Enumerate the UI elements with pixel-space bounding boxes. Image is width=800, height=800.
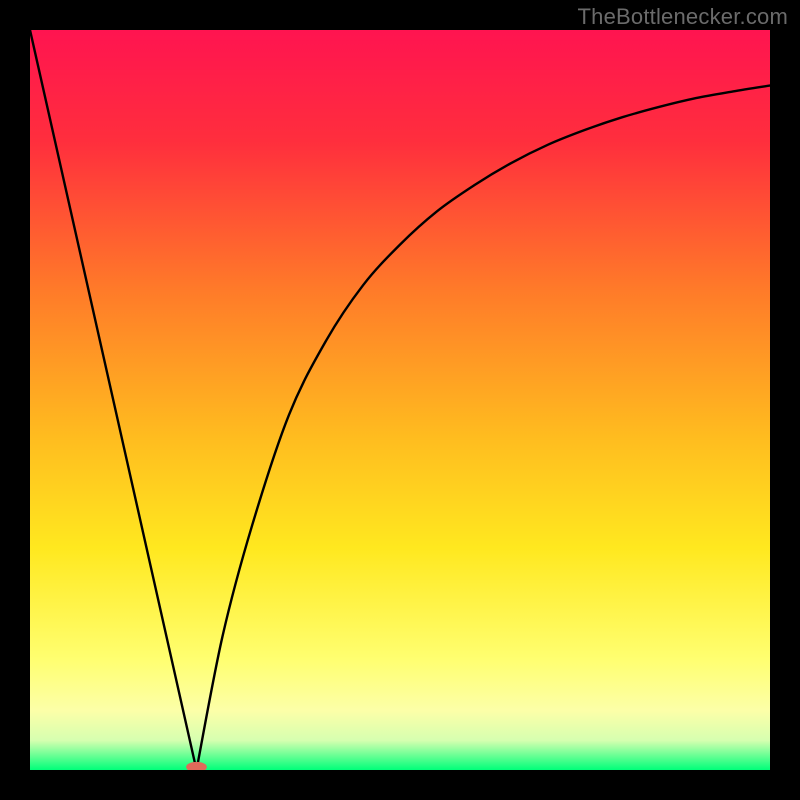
plot-area <box>30 30 770 770</box>
chart-frame: TheBottlenecker.com <box>0 0 800 800</box>
chart-svg <box>30 30 770 770</box>
gradient-background <box>30 30 770 770</box>
attribution-text: TheBottlenecker.com <box>578 4 788 30</box>
